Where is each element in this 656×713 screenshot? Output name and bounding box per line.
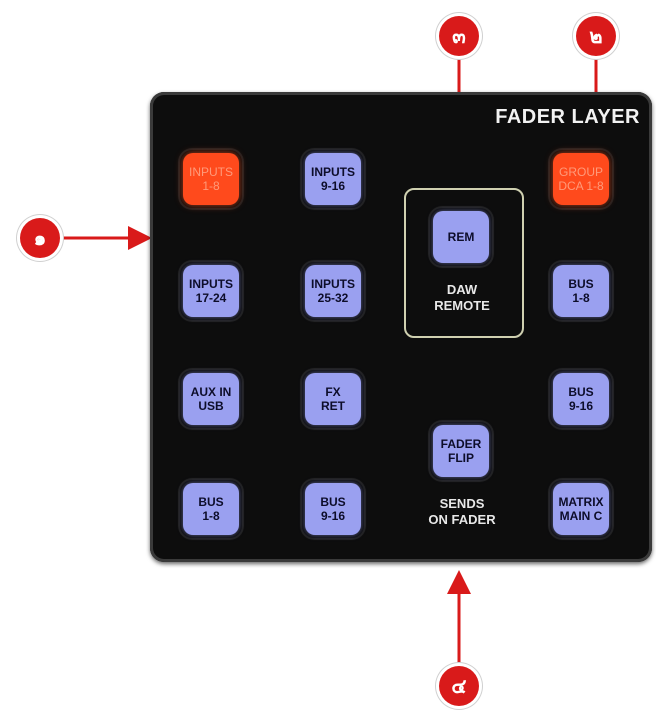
marker-4-badge: ๔ xyxy=(439,666,479,706)
daw-remote-line2: REMOTE xyxy=(434,298,490,313)
button-line2: 25-32 xyxy=(317,291,349,305)
button-line1: INPUTS xyxy=(188,277,233,291)
button-line2: 1-8 xyxy=(202,509,220,523)
aux-in-usb-button[interactable]: AUX IN USB xyxy=(178,368,244,430)
sends-on-fader-line1: SENDS xyxy=(439,496,485,511)
marker-1-badge: ๑ xyxy=(20,218,60,258)
daw-remote-line1: DAW xyxy=(446,282,478,297)
marker-2-badge: ๒ xyxy=(576,16,616,56)
button-line1: INPUTS xyxy=(310,165,355,179)
button-line1: FX xyxy=(325,385,341,399)
fx-ret-button[interactable]: FX RET xyxy=(300,368,366,430)
button-line1: BUS xyxy=(198,495,224,509)
button-line2: 9-16 xyxy=(320,509,346,523)
button-line2: FLIP xyxy=(448,451,474,465)
inputs-17-24-button[interactable]: INPUTS 17-24 xyxy=(178,260,244,322)
button-line2: MAIN C xyxy=(559,509,603,523)
matrix-main-c-button[interactable]: MATRIX MAIN C xyxy=(548,478,614,540)
button-line1: GROUP xyxy=(558,165,603,179)
sends-on-fader-label: SENDS ON FADER xyxy=(404,496,520,528)
button-line2: DCA 1-8 xyxy=(558,179,604,193)
fader-layer-panel: FADER LAYER INPUTS 1-8 INPUTS 17-24 AUX IN… xyxy=(150,92,652,562)
sends-on-fader-line2: ON FADER xyxy=(428,512,496,527)
button-line2: USB xyxy=(198,399,224,413)
daw-remote-label: DAW REMOTE xyxy=(404,282,520,314)
inputs-1-8-button[interactable]: INPUTS 1-8 xyxy=(178,148,244,210)
button-line2: 9-16 xyxy=(568,399,594,413)
button-line1: BUS xyxy=(568,385,594,399)
button-line2: 1-8 xyxy=(572,291,590,305)
button-line1: INPUTS xyxy=(310,277,355,291)
bus-9-16-button[interactable]: BUS 9-16 xyxy=(300,478,366,540)
marker-3-badge: ๓ xyxy=(439,16,479,56)
button-line1: BUS xyxy=(320,495,346,509)
bus-1-8-button[interactable]: BUS 1-8 xyxy=(178,478,244,540)
bus-1-8-right-button[interactable]: BUS 1-8 xyxy=(548,260,614,322)
inputs-25-32-button[interactable]: INPUTS 25-32 xyxy=(300,260,366,322)
button-line1: INPUTS xyxy=(188,165,233,179)
button-line2: 9-16 xyxy=(320,179,346,193)
button-line2: 17-24 xyxy=(195,291,227,305)
button-line1: MATRIX xyxy=(558,495,604,509)
button-line2: 1-8 xyxy=(202,179,220,193)
panel-title: FADER LAYER xyxy=(495,106,640,128)
rem-button[interactable]: REM xyxy=(428,206,494,268)
button-line1: BUS xyxy=(568,277,594,291)
button-line1: REM xyxy=(447,230,475,244)
inputs-9-16-button[interactable]: INPUTS 9-16 xyxy=(300,148,366,210)
button-line1: AUX IN xyxy=(190,385,232,399)
bus-9-16-right-button[interactable]: BUS 9-16 xyxy=(548,368,614,430)
group-dca-1-8-button[interactable]: GROUP DCA 1-8 xyxy=(548,148,614,210)
button-line1: FADER xyxy=(440,437,482,451)
fader-flip-button[interactable]: FADER FLIP xyxy=(428,420,494,482)
button-line2: RET xyxy=(321,399,345,413)
